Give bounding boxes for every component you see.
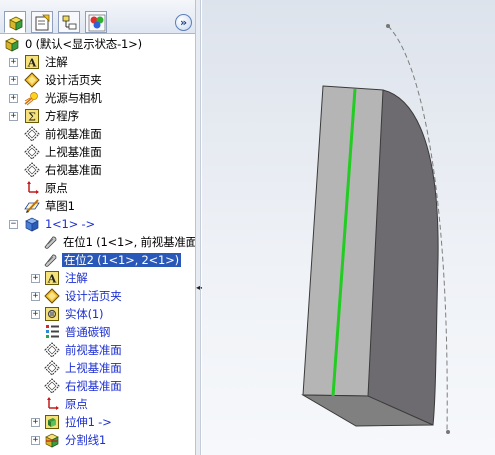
assembly-icon xyxy=(4,36,20,52)
svg-text:A: A xyxy=(27,57,37,70)
tree-item-lights-cameras[interactable]: + 光源与相机 xyxy=(0,89,195,107)
arc-endpoint-top xyxy=(386,24,390,28)
collapse-icon[interactable]: − xyxy=(9,220,18,229)
configuration-icon xyxy=(62,15,77,30)
tree-item-solid-bodies[interactable]: + 实体(1) xyxy=(0,305,195,323)
panel-tab-bar: » xyxy=(0,0,195,34)
svg-text:A: A xyxy=(47,273,57,286)
feature-tree-icon xyxy=(9,16,23,31)
tree-item-mate1[interactable]: 在位1 (1<1>, 前视基准面 xyxy=(0,233,196,251)
expand-icon[interactable]: + xyxy=(31,274,40,283)
lights-icon xyxy=(24,90,40,106)
tree-item-split-line1[interactable]: + 分割线1 xyxy=(0,431,195,449)
mate-icon xyxy=(42,234,58,250)
tree-item-label: 拉伸1 -> xyxy=(65,415,112,429)
property-manager-icon xyxy=(35,14,50,31)
plane-icon xyxy=(44,378,60,394)
design-binder-icon xyxy=(24,72,40,88)
arc-endpoint-bottom xyxy=(446,430,450,434)
equations-icon: Σ xyxy=(24,108,40,124)
tree-item-label: 上视基准面 xyxy=(65,361,122,375)
configuration-manager-tab[interactable] xyxy=(58,11,80,33)
plane-icon xyxy=(44,342,60,358)
tree-item-right-plane[interactable]: 右视基准面 xyxy=(0,161,195,179)
tree-item-label: 前视基准面 xyxy=(65,343,122,357)
tree-item-sketch1[interactable]: 草图1 xyxy=(0,197,195,215)
expand-icon[interactable]: + xyxy=(31,310,40,319)
tree-item-label: 注解 xyxy=(45,55,68,69)
sketch-icon xyxy=(24,198,40,214)
property-manager-tab[interactable] xyxy=(31,11,53,33)
tree-item-extrude1[interactable]: + 拉伸1 -> xyxy=(0,413,195,431)
tree-item-label: 实体(1) xyxy=(65,307,104,321)
tree-item-sub-annotations[interactable]: + A 注解 xyxy=(0,269,195,287)
splitter-grip-icon: ◂◂ xyxy=(196,283,205,292)
tree-item-label: 设计活页夹 xyxy=(45,73,102,87)
annotation-icon: A xyxy=(24,54,40,70)
feature-manager-tab[interactable] xyxy=(4,11,26,33)
tree-item-label: 方程序 xyxy=(45,109,79,123)
extrude-icon xyxy=(44,414,60,430)
plane-icon xyxy=(24,126,40,142)
panel-splitter[interactable]: ◂◂ xyxy=(196,0,205,455)
model-view[interactable] xyxy=(202,0,495,455)
tree-item-label: 设计活页夹 xyxy=(65,289,122,303)
tree-item-label: 注解 xyxy=(65,271,88,285)
tree-item-label: 原点 xyxy=(65,397,88,411)
tree-item-label: 普通碳钢 xyxy=(65,325,111,339)
tree-item-label: 右视基准面 xyxy=(45,163,102,177)
tree-item-label: 1<1> -> xyxy=(45,217,95,231)
tree-item-label: 前视基准面 xyxy=(45,127,102,141)
tree-item-material[interactable]: 普通碳钢 xyxy=(0,323,195,341)
solid-bodies-icon xyxy=(44,306,60,322)
expand-icon[interactable]: + xyxy=(9,94,18,103)
tree-item-label: 右视基准面 xyxy=(65,379,122,393)
tree-item-label-selected: 在位2 (1<1>, 2<1>) xyxy=(62,253,181,267)
svg-text:Σ: Σ xyxy=(28,111,36,124)
tree-item-design-binder[interactable]: + 设计活页夹 xyxy=(0,71,195,89)
tree-item-label: 分割线1 xyxy=(65,433,107,447)
split-line-icon xyxy=(44,432,60,448)
tree-item-label: 上视基准面 xyxy=(45,145,102,159)
tree-item-sub-right-plane[interactable]: 右视基准面 xyxy=(0,377,195,395)
part-icon xyxy=(24,216,40,232)
tree-item-label: 草图1 xyxy=(45,199,75,213)
design-binder-icon xyxy=(44,288,60,304)
tree-item-annotations[interactable]: + A 注解 xyxy=(0,53,195,71)
tree-item-front-plane[interactable]: 前视基准面 xyxy=(0,125,195,143)
tree-item-mate2[interactable]: 在位2 (1<1>, 2<1>) xyxy=(0,251,195,269)
collapse-panel-button[interactable]: » xyxy=(175,14,192,31)
tree-item-label: 原点 xyxy=(45,181,68,195)
tree-item-part[interactable]: − 1<1> -> xyxy=(0,215,195,233)
display-manager-icon xyxy=(88,14,106,32)
feature-manager-panel: » 0 (默认<显示状态-1>) + A 注解 + 设计活页夹 + 光源与相机 … xyxy=(0,0,196,455)
tree-item-top-plane[interactable]: 上视基准面 xyxy=(0,143,195,161)
plane-icon xyxy=(44,360,60,376)
tree-item-label: 在位1 (1<1>, 前视基准面 xyxy=(63,235,196,249)
tree-item-label: 光源与相机 xyxy=(45,91,102,105)
expand-icon[interactable]: + xyxy=(31,418,40,427)
plane-icon xyxy=(24,162,40,178)
origin-icon xyxy=(44,396,60,412)
graphics-viewport[interactable] xyxy=(202,0,495,455)
tree-item-equations[interactable]: + Σ 方程序 xyxy=(0,107,195,125)
tree-item-root[interactable]: 0 (默认<显示状态-1>) xyxy=(0,35,195,53)
tree-item-sub-top-plane[interactable]: 上视基准面 xyxy=(0,359,195,377)
tree-item-sub-design-binder[interactable]: + 设计活页夹 xyxy=(0,287,195,305)
expand-icon[interactable]: + xyxy=(31,292,40,301)
origin-icon xyxy=(24,180,40,196)
plane-icon xyxy=(24,144,40,160)
material-icon xyxy=(44,324,60,340)
tree-item-origin[interactable]: 原点 xyxy=(0,179,195,197)
expand-icon[interactable]: + xyxy=(31,436,40,445)
display-manager-tab[interactable] xyxy=(85,11,107,33)
annotation-icon: A xyxy=(44,270,60,286)
tree-item-sub-front-plane[interactable]: 前视基准面 xyxy=(0,341,195,359)
expand-icon[interactable]: + xyxy=(9,58,18,67)
expand-icon[interactable]: + xyxy=(9,112,18,121)
expand-icon[interactable]: + xyxy=(9,76,18,85)
mate-icon xyxy=(42,252,58,268)
tree-item-sub-origin[interactable]: 原点 xyxy=(0,395,195,413)
tree-item-label: 0 (默认<显示状态-1>) xyxy=(25,37,142,51)
